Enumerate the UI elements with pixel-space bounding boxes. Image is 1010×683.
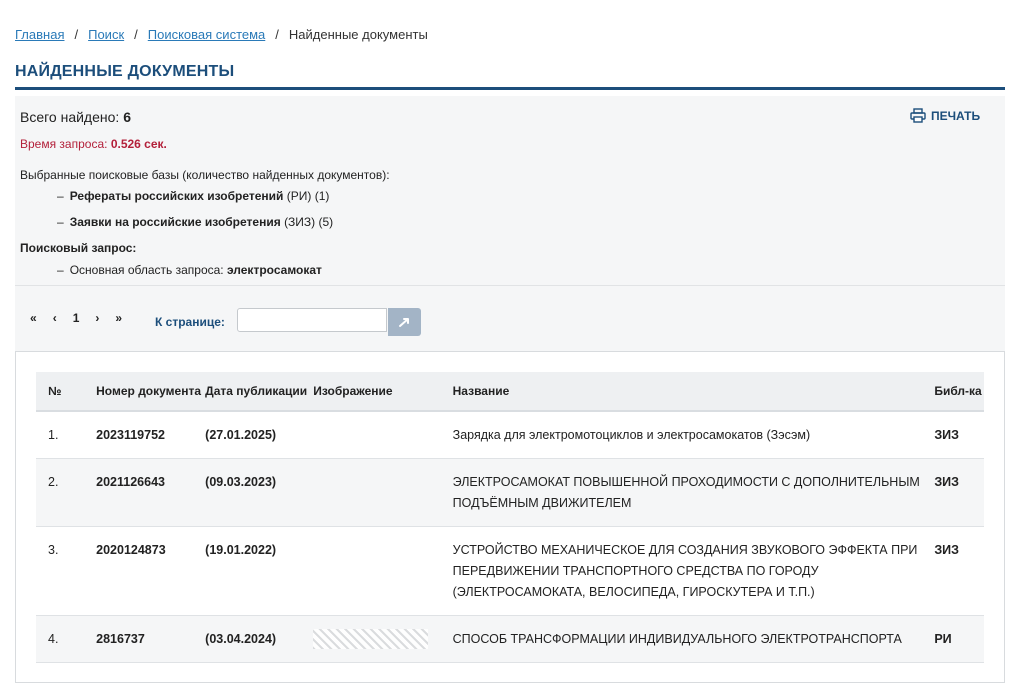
database-name: Рефераты российских изобретений bbox=[69, 189, 284, 203]
header-image: Изображение bbox=[313, 372, 453, 412]
printer-icon bbox=[910, 108, 926, 123]
row-library: ЗИЗ bbox=[934, 526, 984, 616]
pager-first-button[interactable]: « bbox=[30, 311, 37, 325]
breadcrumb-link-search[interactable]: Поиск bbox=[88, 27, 124, 42]
pager-next-button[interactable]: › bbox=[95, 311, 99, 325]
header-pub-date: Дата публикации bbox=[205, 372, 314, 412]
row-title[interactable]: СПОСОБ ТРАНСФОРМАЦИИ ИНДИВИДУАЛЬНОГО ЭЛЕ… bbox=[452, 615, 935, 663]
row-pub-date: (27.01.2025) bbox=[205, 411, 314, 459]
search-query-value: электросамокат bbox=[226, 263, 322, 277]
results-table-container: № Номер документа Дата публикации Изобра… bbox=[15, 351, 1005, 683]
breadcrumb-separator: / bbox=[74, 27, 79, 42]
header-library: Библ-ка bbox=[934, 372, 984, 412]
breadcrumb-separator: / bbox=[275, 27, 279, 42]
row-image[interactable] bbox=[313, 615, 453, 663]
row-pub-date: (19.01.2022) bbox=[205, 526, 314, 616]
dash: – bbox=[57, 263, 64, 277]
row-num: 1. bbox=[36, 411, 97, 459]
goto-page-label: К странице: bbox=[155, 315, 225, 329]
row-num: 3. bbox=[36, 526, 97, 616]
pager-current-page[interactable]: 1 bbox=[73, 311, 80, 325]
row-pub-date: (09.03.2023) bbox=[205, 458, 314, 527]
row-image bbox=[313, 526, 453, 616]
header-doc-number: Номер документа bbox=[96, 372, 206, 412]
database-count: (РИ) (1) bbox=[286, 189, 330, 203]
table-row[interactable]: 4. 2816737 (03.04.2024) СПОСОБ ТРАНСФОРМ… bbox=[36, 615, 984, 663]
pagination: « ‹ 1 › » bbox=[30, 311, 138, 325]
header-title: Название bbox=[452, 372, 935, 412]
breadcrumb-separator: / bbox=[134, 27, 138, 42]
breadcrumb-link-home[interactable]: Главная bbox=[15, 27, 64, 42]
header-num: № bbox=[36, 372, 97, 412]
query-time-value: 0.526 сек. bbox=[110, 137, 167, 151]
panel-divider bbox=[15, 285, 1005, 286]
table-row[interactable]: 1. 2023119752 (27.01.2025) Зарядка для э… bbox=[36, 411, 984, 459]
title-divider bbox=[15, 87, 1005, 90]
row-doc-number[interactable]: 2816737 bbox=[96, 615, 206, 663]
row-num: 2. bbox=[36, 458, 97, 527]
databases-title: Выбранные поисковые базы (количество най… bbox=[20, 168, 390, 182]
table-row[interactable]: 2. 2021126643 (09.03.2023) ЭЛЕКТРОСАМОКА… bbox=[36, 458, 984, 527]
breadcrumb-current: Найденные документы bbox=[288, 27, 428, 42]
print-label: ПЕЧАТЬ bbox=[931, 108, 981, 123]
pager-prev-button[interactable]: ‹ bbox=[53, 311, 57, 325]
drawing-thumbnail[interactable] bbox=[313, 629, 429, 649]
breadcrumb-link-search-system[interactable]: Поисковая система bbox=[148, 27, 266, 42]
row-library: РИ bbox=[934, 615, 984, 663]
row-doc-number[interactable]: 2023119752 bbox=[96, 411, 206, 459]
goto-page-input[interactable] bbox=[237, 308, 387, 332]
row-library: ЗИЗ bbox=[934, 411, 984, 459]
database-count: (ЗИЗ) (5) bbox=[284, 215, 334, 229]
search-query-area-label: Основная область запроса: bbox=[69, 263, 224, 277]
database-name: Заявки на российские изобретения bbox=[69, 215, 281, 229]
query-time: Время запроса: 0.526 сек. bbox=[20, 137, 167, 151]
row-doc-number[interactable]: 2020124873 bbox=[96, 526, 206, 616]
database-item: – Рефераты российских изобретений (РИ) (1… bbox=[57, 189, 329, 203]
database-item: – Заявки на российские изобретения (ЗИЗ) … bbox=[57, 215, 333, 229]
row-image bbox=[313, 458, 453, 527]
breadcrumb: Главная / Поиск / Поисковая система / Найденны… bbox=[15, 27, 428, 42]
table-row[interactable]: 3. 2020124873 (19.01.2022) УСТРОЙСТВО МЕ… bbox=[36, 526, 984, 616]
dash: – bbox=[57, 215, 64, 229]
row-title[interactable]: УСТРОЙСТВО МЕХАНИЧЕСКОЕ ДЛЯ СОЗДАНИЯ ЗВУ… bbox=[452, 526, 935, 616]
table-header-row: № Номер документа Дата публикации Изобра… bbox=[36, 372, 984, 412]
query-time-label: Время запроса: bbox=[20, 137, 108, 151]
row-title[interactable]: ЭЛЕКТРОСАМОКАТ ПОВЫШЕННОЙ ПРОХОДИМОСТИ С… bbox=[452, 458, 935, 527]
pager-last-button[interactable]: » bbox=[115, 311, 122, 325]
row-image bbox=[313, 411, 453, 459]
total-found: Всего найдено: 6 bbox=[20, 109, 131, 125]
search-query-item: – Основная область запроса: электросамока… bbox=[57, 263, 322, 277]
row-pub-date: (03.04.2024) bbox=[205, 615, 314, 663]
results-table: № Номер документа Дата публикации Изобра… bbox=[36, 372, 984, 663]
goto-page-button[interactable] bbox=[388, 308, 421, 336]
search-query-title: Поисковый запрос: bbox=[20, 241, 137, 255]
row-library: ЗИЗ bbox=[934, 458, 984, 527]
print-button[interactable]: ПЕЧАТЬ bbox=[910, 108, 980, 123]
total-found-label: Всего найдено: bbox=[20, 109, 120, 125]
dash: – bbox=[57, 189, 64, 203]
row-doc-number[interactable]: 2021126643 bbox=[96, 458, 206, 527]
total-found-value: 6 bbox=[123, 109, 131, 125]
row-num: 4. bbox=[36, 615, 97, 663]
page-title: НАЙДЕННЫЕ ДОКУМЕНТЫ bbox=[15, 63, 235, 80]
arrow-icon bbox=[398, 318, 409, 327]
row-title[interactable]: Зарядка для электромотоциклов и электрос… bbox=[452, 411, 935, 459]
